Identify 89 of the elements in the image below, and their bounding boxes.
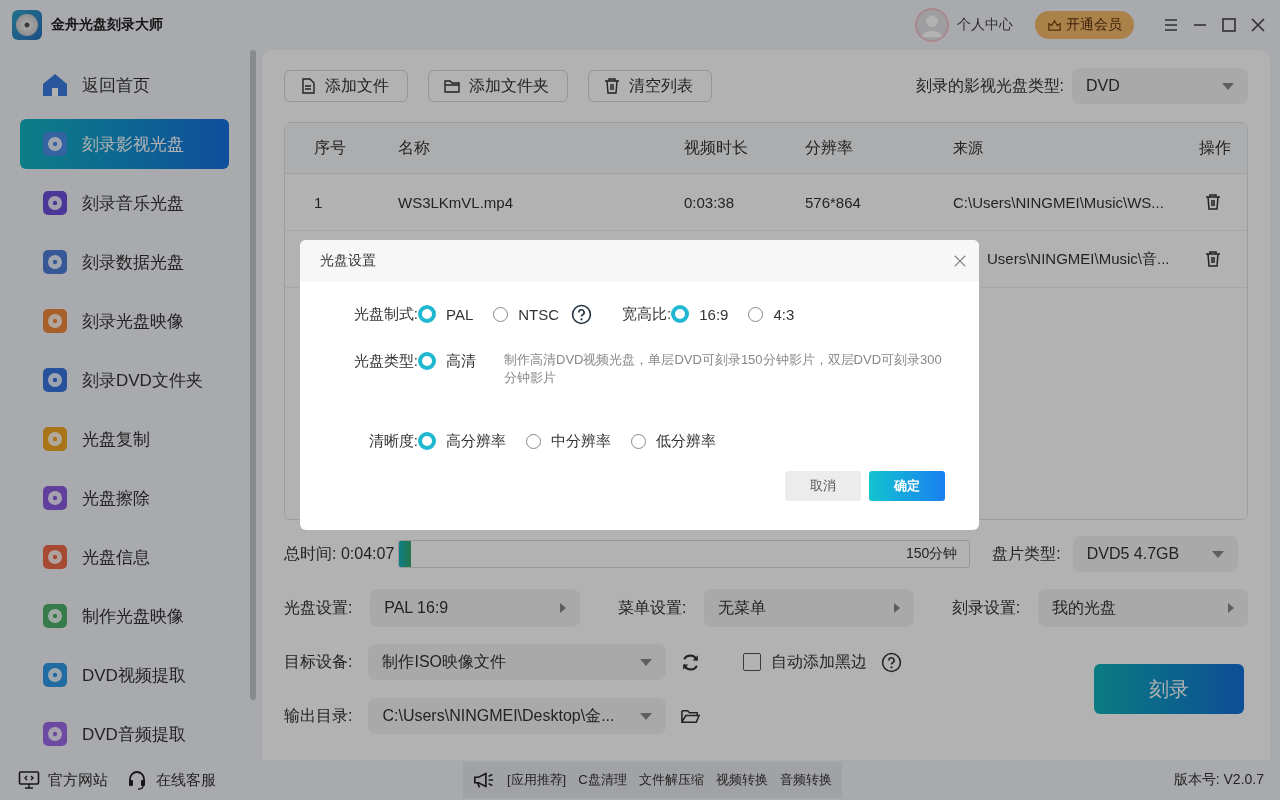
file-icon — [299, 77, 317, 95]
sidebar-item[interactable]: DVD音频提取 — [20, 709, 229, 759]
disc-type-label: 刻录的影视光盘类型: — [915, 75, 1064, 96]
table-cell-text: 576*864 — [805, 193, 862, 211]
setting-label: 光盘设置: — [284, 597, 353, 618]
toolbar-button[interactable]: 清空列表 — [588, 70, 712, 102]
option-label: 高清 — [446, 351, 476, 371]
close-icon[interactable] — [953, 254, 967, 268]
sidebar-item[interactable]: 光盘信息 — [20, 532, 229, 582]
footer-link[interactable]: 官方网站 — [48, 770, 108, 790]
option-label: 高分辨率 — [446, 431, 506, 451]
folder-icon — [443, 77, 461, 95]
sidebar-item[interactable]: 刻录音乐光盘 — [20, 178, 229, 228]
field-label: 光盘类型: — [352, 351, 418, 371]
disc-type-dropdown[interactable]: DVD — [1072, 68, 1248, 104]
setting-label: 菜单设置: — [617, 597, 687, 618]
option-label: 低分辨率 — [656, 431, 716, 451]
recommend-link[interactable]: [应用推荐] — [507, 771, 567, 789]
option-label: 16:9 — [699, 305, 729, 323]
option-label: 中分辨率 — [551, 431, 611, 451]
letterbox-checkbox[interactable] — [743, 653, 762, 671]
table-cell-text: Users\NINGMEI\Music\音... — [987, 249, 1171, 269]
output-folder-dropdown[interactable]: C:\Users\NINGMEI\Desktop\金... — [368, 698, 667, 734]
home-icon — [42, 72, 68, 98]
column-header: 分辨率 — [805, 137, 854, 158]
sidebar-item[interactable]: 光盘复制 — [20, 414, 229, 464]
vip-button[interactable]: 开通会员 — [1035, 11, 1134, 39]
setting-selector[interactable]: 无菜单 — [704, 589, 915, 627]
sidebar-item[interactable]: 光盘擦除 — [20, 473, 229, 523]
toolbar-button[interactable]: 添加文件夹 — [428, 70, 568, 102]
radio-button[interactable] — [418, 352, 436, 370]
headset-icon — [126, 770, 148, 790]
column-header: 来源 — [953, 138, 984, 158]
footer-link[interactable]: 在线客服 — [156, 770, 216, 790]
description-text: 制作高清DVD视频光盘，单层DVD可刻录150分钟影片，双层DVD可刻录300分钟影片 — [504, 351, 943, 387]
disc-size-dropdown[interactable]: DVD5 4.7GB — [1072, 536, 1238, 572]
radio-button[interactable] — [418, 432, 436, 450]
sidebar-item[interactable]: 刻录光盘映像 — [20, 296, 229, 346]
target-device-dropdown[interactable]: 制作ISO映像文件 — [368, 644, 667, 680]
sidebar-item[interactable]: 返回首页 — [20, 60, 229, 110]
sidebar-item[interactable]: 刻录数据光盘 — [20, 237, 229, 287]
user-center-link[interactable]: 个人中心 — [957, 16, 1013, 34]
monitor-icon — [18, 770, 40, 790]
table-cell-text: 0:03:38 — [684, 193, 736, 211]
crown-icon — [1047, 17, 1062, 33]
megaphone-icon — [473, 770, 495, 790]
setting-selector[interactable]: 我的光盘 — [1037, 589, 1248, 627]
help-icon[interactable] — [881, 651, 903, 673]
maximize-icon[interactable] — [1219, 15, 1239, 35]
radio-button[interactable] — [671, 305, 690, 323]
version-label: 版本号: V2.0.7 — [1173, 771, 1264, 789]
table-cell-text: WS3LKmVL.mp4 — [398, 193, 515, 211]
help-icon[interactable] — [571, 304, 593, 325]
output-folder-label: 输出目录: — [284, 705, 353, 726]
toolbar-button[interactable]: 添加文件 — [284, 70, 408, 102]
total-time-label: 总时间: 0:04:07 — [284, 543, 395, 564]
radio-button[interactable] — [418, 305, 436, 323]
column-header: 序号 — [313, 137, 347, 158]
cancel-button[interactable]: 取消 — [785, 471, 861, 501]
recommend-link[interactable]: 文件解压缩 — [638, 771, 704, 789]
setting-selector[interactable]: PAL 16:9 — [370, 589, 581, 627]
field-label: 清晰度: — [367, 431, 418, 451]
recommend-link[interactable]: C盘清理 — [578, 771, 627, 789]
delete-icon[interactable] — [1203, 192, 1223, 212]
dialog-title: 光盘设置 — [320, 252, 376, 270]
app-title: 金舟光盘刻录大师 — [51, 16, 163, 34]
delete-icon[interactable] — [1203, 249, 1223, 269]
app-logo-icon — [12, 10, 42, 40]
target-device-label: 目标设备: — [284, 651, 353, 672]
sidebar-item[interactable]: 刻录DVD文件夹 — [20, 355, 229, 405]
sidebar-item[interactable]: DVD视频提取 — [20, 650, 229, 700]
field-label: 宽高比: — [622, 304, 672, 324]
column-header: 操作 — [1199, 137, 1231, 158]
column-header: 名称 — [398, 137, 431, 158]
field-label: 光盘制式: — [352, 304, 418, 324]
recommend-link[interactable]: 音频转换 — [779, 771, 832, 789]
table-cell-text: 1 — [313, 193, 324, 211]
column-header: 视频时长 — [684, 137, 749, 158]
capacity-label: 150分钟 — [905, 545, 958, 563]
trash-icon — [603, 77, 621, 95]
table-cell-text: C:\Users\NINGMEI\Music\WS... — [953, 193, 1165, 211]
sidebar-item[interactable]: 制作光盘映像 — [20, 591, 229, 641]
disc-size-label: 盘片类型: — [992, 543, 1061, 564]
recommend-link[interactable]: 视频转换 — [715, 771, 768, 789]
setting-label: 刻录设置: — [951, 597, 1021, 618]
letterbox-label: 自动添加黑边 — [771, 651, 868, 672]
option-label: 4:3 — [773, 305, 795, 323]
option-label: NTSC — [518, 305, 560, 323]
option-label: PAL — [446, 305, 474, 323]
